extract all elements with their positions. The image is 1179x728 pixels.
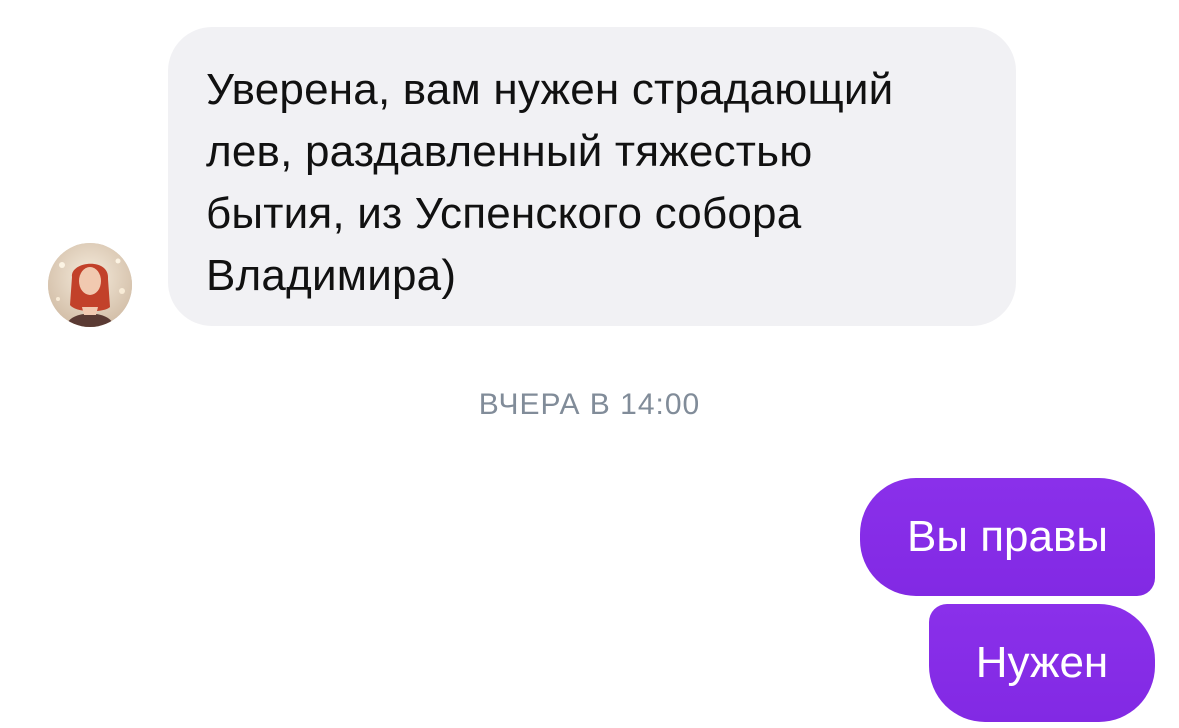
- outgoing-message-text: Нужен: [975, 638, 1109, 687]
- outgoing-message-text: Вы правы: [907, 512, 1108, 561]
- sender-avatar[interactable]: [48, 243, 132, 327]
- incoming-message-group: Уверена, вам нужен страдающий лев, разда…: [0, 0, 1179, 340]
- outgoing-message-bubble[interactable]: Нужен: [929, 604, 1155, 722]
- message-timestamp: ВЧЕРА В 14:00: [478, 388, 701, 421]
- incoming-message-text: Уверена, вам нужен страдающий лев, разда…: [206, 65, 894, 300]
- chat-history: Уверена, вам нужен страдающий лев, разда…: [0, 0, 1179, 728]
- incoming-message-bubble[interactable]: Уверена, вам нужен страдающий лев, разда…: [168, 27, 1016, 326]
- avatar-photo-icon: [48, 243, 132, 327]
- outgoing-message-bubble[interactable]: Вы правы: [860, 478, 1155, 596]
